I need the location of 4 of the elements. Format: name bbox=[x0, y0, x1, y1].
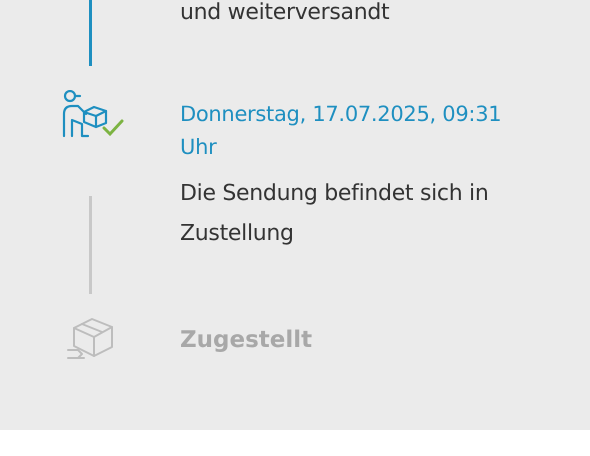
event-date: Donnerstag, 17.07.2025, 09:31 Uhr bbox=[180, 101, 502, 161]
event-title: Zugestellt bbox=[180, 327, 314, 353]
event-description: und weiterversandt bbox=[180, 0, 390, 26]
event-description: Die Sendung befindet sich in Zustellung bbox=[180, 180, 490, 248]
